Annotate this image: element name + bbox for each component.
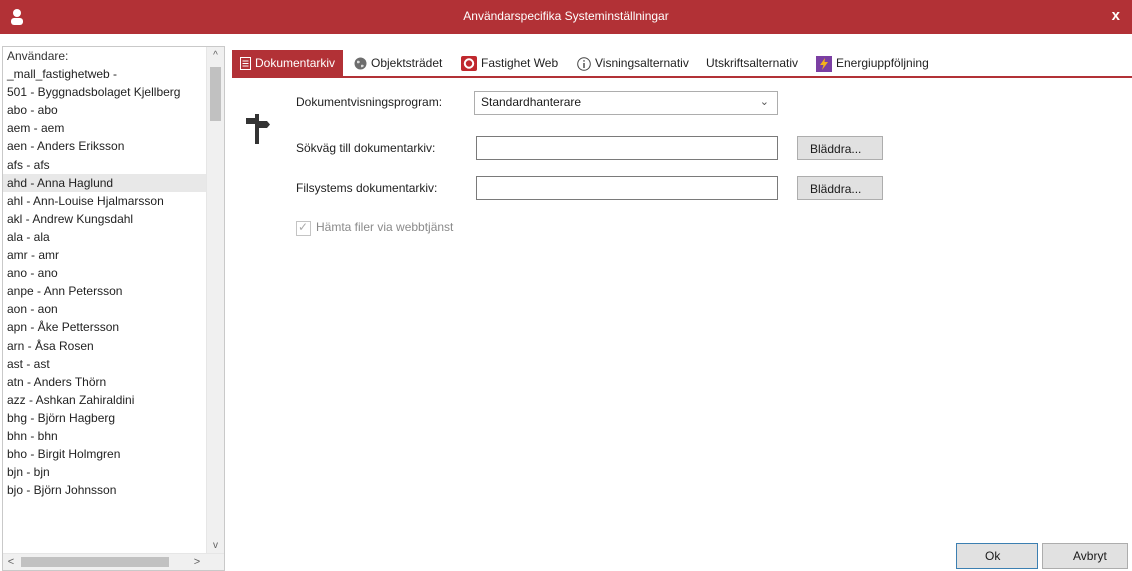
webservice-label: Hämta filer via webbtjänst (316, 220, 454, 234)
user-list-item[interactable]: anpe - Ann Petersson (3, 282, 206, 300)
info-icon (577, 57, 591, 71)
browse-path-button[interactable]: Bläddra... (797, 136, 883, 160)
cancel-button[interactable]: Avbryt (1042, 543, 1128, 569)
path-label: Sökväg till dokumentarkiv: (296, 141, 436, 155)
user-list-item[interactable]: arn - Åsa Rosen (3, 337, 206, 355)
scroll-left-button[interactable]: < (3, 554, 19, 570)
tab-label: Fastighet Web (481, 56, 559, 70)
user-list-item[interactable]: ahd - Anna Haglund (3, 173, 206, 192)
horizontal-scrollbar[interactable]: < > (3, 553, 224, 570)
path-input[interactable] (476, 136, 778, 160)
user-list-item[interactable]: 501 - Byggnadsbolaget Kjellberg (3, 83, 206, 101)
scroll-up-button[interactable]: ^ (207, 47, 224, 64)
browse-fs-button[interactable]: Bläddra... (797, 176, 883, 200)
user-list-item[interactable]: bjo - Björn Johnsson (3, 481, 206, 499)
tab-label: Objektsträdet (371, 56, 443, 70)
user-list[interactable]: Användare: _mall_fastighetweb -501 - Byg… (3, 47, 206, 554)
user-list-item[interactable]: bho - Birgit Holmgren (3, 445, 206, 463)
close-button[interactable]: x (1112, 7, 1120, 24)
window-title: Användarspecifika Systeminställningar (463, 9, 669, 23)
chevron-down-icon: ⌄ (759, 96, 769, 108)
viewer-select-value: Standardhanterare (481, 95, 582, 109)
title-bar: Användarspecifika Systeminställningar x (0, 0, 1132, 34)
globe-icon (354, 57, 367, 70)
scroll-down-button[interactable]: v (207, 537, 224, 554)
user-list-panel: Användare: _mall_fastighetweb -501 - Byg… (2, 46, 225, 571)
energy-icon (816, 55, 832, 72)
ok-button[interactable]: Ok (956, 543, 1038, 569)
user-list-item[interactable]: ano - ano (3, 264, 206, 282)
tab-fastighet-web[interactable]: Fastighet Web (461, 50, 558, 76)
user-list-item[interactable]: aen - Anders Eriksson (3, 137, 206, 155)
vertical-scroll-thumb[interactable] (210, 67, 221, 121)
horizontal-scroll-thumb[interactable] (21, 557, 169, 567)
tab-label: Dokumentarkiv (255, 56, 336, 70)
document-icon (240, 57, 251, 71)
user-list-item[interactable]: afs - afs (3, 156, 206, 174)
user-list-item[interactable]: _mall_fastighetweb - (3, 65, 206, 83)
webservice-checkbox[interactable]: ✓ (296, 220, 311, 236)
user-list-item[interactable]: bhn - bhn (3, 427, 206, 445)
fs-label: Filsystems dokumentarkiv: (296, 181, 438, 195)
tab-objektstradet[interactable]: Objektsträdet (354, 50, 442, 76)
checkmark-icon: ✓ (298, 220, 309, 234)
tab-dokumentarkiv[interactable]: Dokumentarkiv (232, 50, 344, 76)
tab-bar: Dokumentarkiv Objektsträdet Fastighet We… (232, 50, 1132, 78)
viewer-select[interactable]: Standardhanterare ⌄ (474, 91, 778, 115)
tab-energiuppfoljning[interactable]: Energiuppföljning (816, 50, 929, 76)
vertical-scrollbar[interactable]: ^ v (206, 47, 224, 554)
scroll-right-button[interactable]: > (189, 554, 205, 570)
web-icon (461, 56, 477, 72)
user-list-item[interactable]: bjn - bjn (3, 463, 206, 481)
user-list-item[interactable]: aon - aon (3, 300, 206, 318)
fs-input[interactable] (476, 176, 778, 200)
tab-label: Utskriftsalternativ (706, 56, 799, 70)
user-list-item[interactable]: apn - Åke Pettersson (3, 318, 206, 336)
user-list-item[interactable]: ala - ala (3, 228, 206, 246)
user-list-item[interactable]: abo - abo (3, 101, 206, 119)
tab-utskriftsalternativ[interactable]: Utskriftsalternativ (706, 50, 798, 76)
signpost-icon (246, 114, 270, 144)
user-list-item[interactable]: bhg - Björn Hagberg (3, 409, 206, 427)
user-list-item[interactable]: ahl - Ann-Louise Hjalmarsson (3, 192, 206, 210)
user-list-item[interactable]: ast - ast (3, 355, 206, 373)
user-list-item[interactable]: aem - aem (3, 119, 206, 137)
tab-label: Energiuppföljning (836, 56, 929, 70)
user-list-header: Användare: (7, 49, 69, 63)
user-list-item[interactable]: akl - Andrew Kungsdahl (3, 210, 206, 228)
tab-label: Visningsalternativ (595, 56, 689, 70)
user-list-item[interactable]: atn - Anders Thörn (3, 373, 206, 391)
user-list-item[interactable]: amr - amr (3, 246, 206, 264)
viewer-label: Dokumentvisningsprogram: (296, 95, 443, 109)
tab-visningsalternativ[interactable]: Visningsalternativ (577, 50, 689, 76)
user-list-item[interactable]: azz - Ashkan Zahiraldini (3, 391, 206, 409)
